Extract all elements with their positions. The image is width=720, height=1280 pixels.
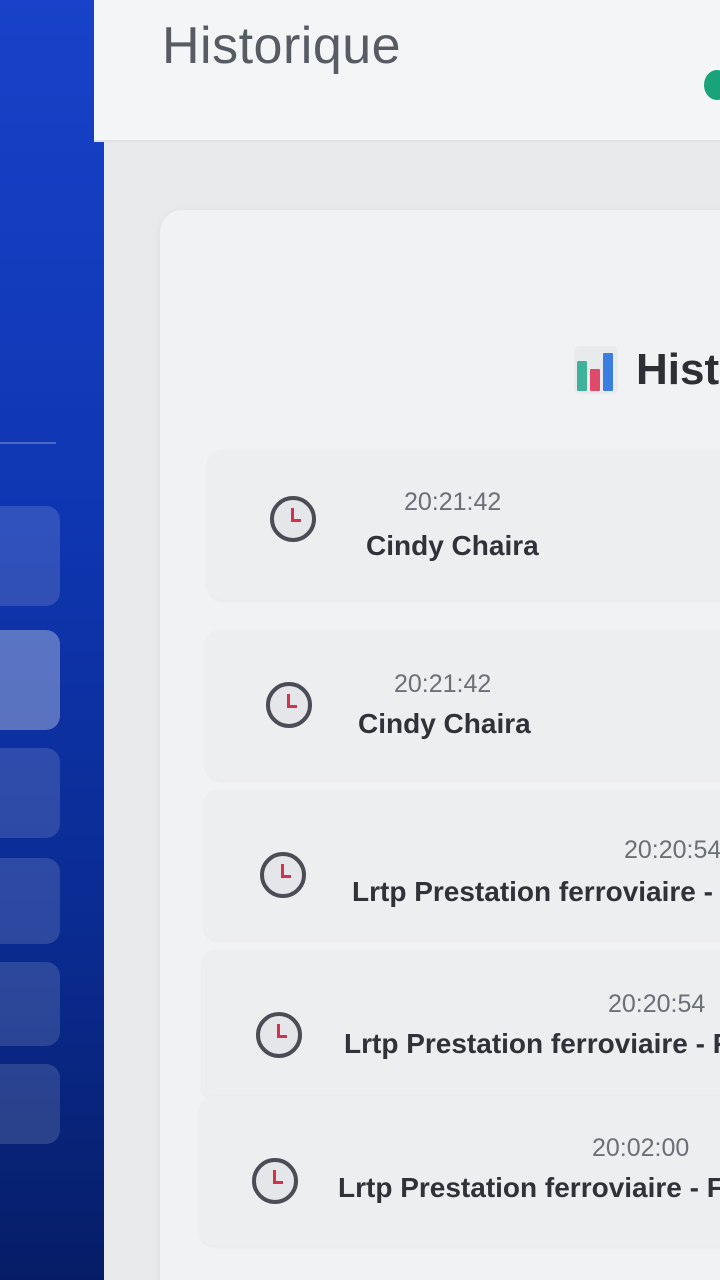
history-name: Lrtp Prestation ferroviaire - F (352, 876, 720, 907)
app-screen: Historique Hist 20:21:42 Cindy Chaira 20… (0, 0, 720, 1280)
sidebar-item-3[interactable] (0, 748, 60, 838)
history-item[interactable]: 20:21:42 Cindy Chaira (208, 450, 720, 600)
bar-chart-icon (574, 346, 618, 394)
history-name: Lrtp Prestation ferroviaire - Fo (344, 1028, 720, 1059)
sidebar-item-5[interactable] (0, 962, 60, 1046)
sidebar-item-2[interactable] (0, 630, 60, 730)
history-time: 20:21:42 (404, 488, 502, 516)
status-dot[interactable] (704, 70, 720, 100)
clock-icon (260, 852, 306, 898)
history-name: Lrtp Prestation ferroviaire - Forr (338, 1172, 720, 1203)
sidebar (0, 0, 104, 1280)
history-item[interactable]: 20:20:54 Lrtp Prestation ferroviaire - F… (202, 950, 720, 1100)
panel-title: Hist (636, 345, 720, 394)
history-time: 20:20:54 (608, 990, 706, 1018)
sidebar-item-4[interactable] (0, 858, 60, 944)
clock-icon (266, 682, 312, 728)
page-title: Historique (162, 17, 402, 75)
history-time: 20:20:54 (624, 836, 720, 864)
history-name: Cindy Chaira (366, 530, 539, 561)
history-item[interactable]: 20:02:00 Lrtp Prestation ferroviaire - F… (200, 1096, 720, 1246)
history-name: Cindy Chaira (358, 708, 531, 739)
history-item[interactable]: 20:20:54 Lrtp Prestation ferroviaire - F (204, 790, 720, 940)
top-header: Historique (94, 0, 720, 142)
clock-icon (252, 1158, 298, 1204)
history-time: 20:02:00 (592, 1134, 690, 1162)
sidebar-divider (0, 442, 56, 444)
sidebar-item-6[interactable] (0, 1064, 60, 1144)
history-time: 20:21:42 (394, 670, 492, 698)
sidebar-item-1[interactable] (0, 506, 60, 606)
panel-header: Hist (574, 345, 719, 395)
history-item[interactable]: 20:21:42 Cindy Chaira (206, 630, 720, 780)
clock-icon (256, 1012, 302, 1058)
clock-icon (270, 496, 316, 542)
